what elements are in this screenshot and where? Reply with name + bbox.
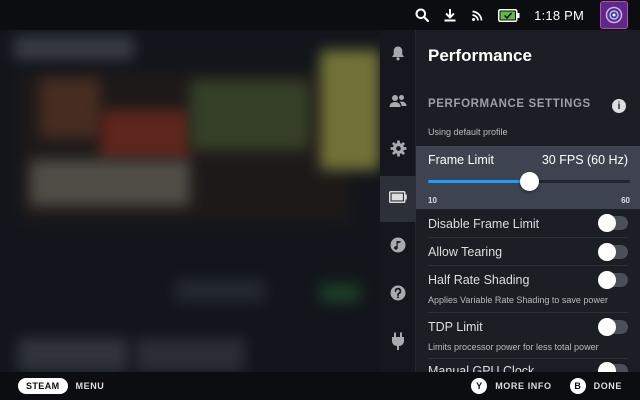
- friends-icon: [389, 93, 407, 114]
- tab-friends[interactable]: [380, 80, 416, 126]
- download-icon[interactable]: [442, 7, 458, 23]
- toggle-label: Disable Frame Limit: [428, 217, 540, 231]
- b-button-icon[interactable]: B: [569, 378, 586, 394]
- info-icon[interactable]: i: [612, 99, 626, 113]
- user-avatar[interactable]: [600, 1, 628, 29]
- allow-tearing-row[interactable]: Allow Tearing: [428, 238, 628, 266]
- done-hint-label: DONE: [593, 381, 622, 391]
- frame-limit-max-label: 60: [621, 196, 630, 205]
- tdp-limit-row[interactable]: TDP Limit Limits processor power for les…: [428, 313, 628, 359]
- search-icon[interactable]: [414, 7, 430, 23]
- frame-limit-min-label: 10: [428, 196, 437, 205]
- manual-gpu-clock-toggle[interactable]: [598, 362, 628, 372]
- clock-time: 1:18 PM: [534, 7, 584, 23]
- toggle-description: Applies Variable Rate Shading to save po…: [428, 295, 608, 305]
- toggle-description: Limits processor power for less total po…: [428, 342, 599, 352]
- toggle-label: Manual GPU Clock: [428, 364, 535, 372]
- bottom-hints-right: Y MORE INFO B DONE: [471, 372, 622, 400]
- page-title: Performance: [428, 46, 532, 65]
- tab-notifications[interactable]: [380, 32, 416, 78]
- half-rate-shading-row[interactable]: Half Rate Shading Applies Variable Rate …: [428, 266, 628, 313]
- half-rate-shading-toggle[interactable]: [598, 271, 628, 289]
- bottom-hint-bar: STEAM MENU Y MORE INFO B DONE: [0, 372, 640, 400]
- help-icon: [390, 285, 406, 306]
- tab-performance[interactable]: [380, 176, 416, 222]
- tab-settings[interactable]: [380, 128, 416, 174]
- menu-hint-label: MENU: [75, 381, 105, 391]
- disable-frame-limit-row[interactable]: Disable Frame Limit: [428, 209, 628, 238]
- frame-limit-label: Frame Limit: [428, 153, 494, 167]
- battery-performance-icon: [389, 190, 407, 208]
- allow-tearing-toggle[interactable]: [598, 243, 628, 261]
- steam-button[interactable]: STEAM: [18, 378, 68, 394]
- plug-icon: [391, 332, 405, 355]
- quick-access-tab-rail: [380, 30, 416, 372]
- manual-gpu-clock-row[interactable]: Manual GPU Clock: [428, 359, 628, 372]
- toggle-label: Half Rate Shading: [428, 273, 530, 287]
- tab-music[interactable]: [380, 224, 416, 270]
- status-tray: 1:18 PM: [414, 0, 640, 30]
- disable-frame-limit-toggle[interactable]: [598, 214, 628, 232]
- battery-icon[interactable]: [498, 8, 520, 22]
- tab-help[interactable]: [380, 272, 416, 318]
- top-status-bar: 1:18 PM: [0, 0, 640, 30]
- wifi-icon[interactable]: [470, 7, 486, 23]
- frame-limit-value: 30 FPS (60 Hz): [541, 153, 628, 167]
- frame-limit-fill: [428, 180, 529, 183]
- more-info-hint-label: MORE INFO: [495, 381, 552, 391]
- gear-icon: [390, 140, 407, 162]
- music-icon: [390, 237, 406, 258]
- bell-icon: [390, 45, 406, 66]
- tab-power[interactable]: [380, 320, 416, 366]
- performance-panel: Performance PERFORMANCE SETTINGS i Using…: [416, 30, 640, 372]
- toggle-label: Allow Tearing: [428, 245, 503, 259]
- section-heading: PERFORMANCE SETTINGS: [428, 98, 591, 110]
- frame-limit-row[interactable]: Frame Limit 30 FPS (60 Hz) 10 60: [416, 146, 640, 209]
- toggle-label: TDP Limit: [428, 320, 483, 334]
- y-button-icon[interactable]: Y: [471, 378, 488, 394]
- profile-note: Using default profile: [428, 127, 508, 137]
- frame-limit-slider-handle[interactable]: [519, 172, 539, 191]
- tdp-limit-toggle[interactable]: [598, 318, 628, 336]
